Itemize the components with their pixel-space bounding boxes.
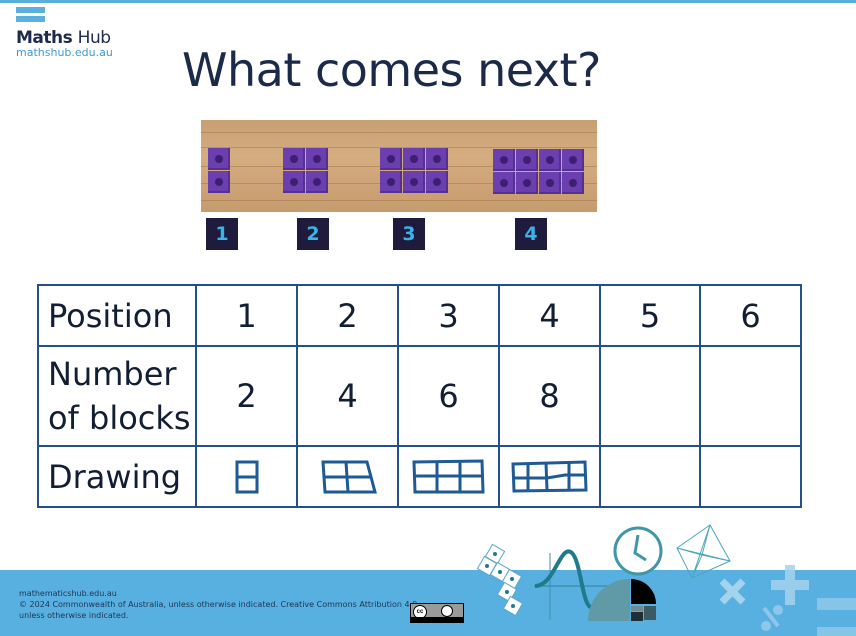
cube-group-4: [493, 149, 584, 194]
cube-block: [306, 171, 328, 193]
cube-group-3: [380, 148, 448, 193]
footer-url: mathematicshub.edu.au: [19, 589, 117, 598]
drawing-1x2-icon: [235, 460, 258, 493]
table-cell: 8: [498, 345, 601, 447]
table-row-drawing: Drawing: [37, 445, 802, 508]
cube-block: [539, 172, 561, 194]
logo-bar-icon: [16, 7, 45, 13]
table-cell: 3: [397, 284, 500, 347]
cube-block: [380, 148, 402, 170]
position-label-4: 4: [515, 218, 547, 250]
table-cell: 2: [195, 345, 298, 447]
cube-group-2: [283, 148, 328, 193]
row-header-line2: of blocks: [48, 399, 191, 437]
table-cell-empty[interactable]: [599, 445, 701, 508]
drawing-cell-4: [498, 445, 601, 508]
maths-hub-logo: Maths Hub mathshub.edu.au: [16, 7, 113, 59]
footer-text: mathematicshub.edu.au © 2024 Commonwealt…: [19, 588, 420, 621]
table-row-blocks: Number of blocks 2 4 6 8: [37, 345, 802, 447]
logo-name: Maths Hub: [16, 29, 113, 47]
table-cell: 5: [599, 284, 701, 347]
footer-copyright-cont: unless otherwise indicated.: [19, 611, 129, 620]
octahedron-icon: [676, 524, 731, 579]
logo-url: mathshub.edu.au: [16, 46, 113, 59]
cube-block: [516, 172, 538, 194]
table-cell-empty[interactable]: [699, 445, 802, 508]
cube-block: [493, 172, 515, 194]
clock-icon: [613, 526, 663, 576]
cube-block: [516, 149, 538, 171]
cube-block: [380, 171, 402, 193]
cube-block: [283, 171, 305, 193]
percent-icon: [761, 605, 783, 631]
top-accent-bar: [0, 0, 856, 3]
position-label-1: 1: [206, 218, 238, 250]
logo-name-bold: Maths: [16, 28, 73, 48]
table-cell: 6: [699, 284, 802, 347]
logo-bar-icon: [16, 16, 45, 22]
drawing-4x2-icon: [510, 459, 588, 493]
table-cell-empty[interactable]: [599, 345, 701, 447]
cube-block: [426, 148, 448, 170]
cube-block: [403, 171, 425, 193]
minus-icon: [817, 598, 856, 636]
table-cell: 6: [397, 345, 500, 447]
cube-block: [493, 149, 515, 171]
row-header-position: Position: [37, 284, 197, 347]
logo-name-light: Hub: [77, 28, 111, 48]
cube-block: [306, 148, 328, 170]
table-cell: 4: [296, 345, 399, 447]
plus-icon: [771, 565, 809, 605]
row-header-number-of-blocks: Number of blocks: [37, 345, 197, 447]
cube-block: [403, 148, 425, 170]
position-label-2: 2: [297, 218, 329, 250]
table-cell: 1: [195, 284, 298, 347]
drawing-cell-2: [296, 445, 399, 508]
position-label-3: 3: [393, 218, 425, 250]
table-cell-empty[interactable]: [699, 345, 802, 447]
cube-block: [426, 171, 448, 193]
cc-by-icon: cc: [410, 603, 464, 623]
cube-net-icon: [476, 543, 524, 617]
cube-block: [562, 149, 584, 171]
table-cell: 2: [296, 284, 399, 347]
table-cell: 4: [498, 284, 601, 347]
footer-decoration: [476, 524, 856, 636]
drawing-cell-3: [397, 445, 500, 508]
drawing-cell-1: [195, 445, 298, 508]
cube-group-1: [208, 148, 230, 193]
drawing-2x2-icon: [320, 460, 377, 493]
cube-block: [208, 148, 230, 170]
row-header-line1: Number: [48, 355, 177, 393]
slide-title: What comes next?: [182, 43, 601, 97]
cube-block: [283, 148, 305, 170]
table-row-position: Position 1 2 3 4 5 6: [37, 284, 802, 347]
pattern-table: Position 1 2 3 4 5 6 Number of blocks 2 4…: [37, 284, 802, 508]
row-header-drawing: Drawing: [37, 445, 197, 508]
cube-block: [539, 149, 561, 171]
drawing-3x2-icon: [411, 458, 485, 493]
multiply-icon: [719, 578, 746, 605]
cubes-photo: [201, 120, 597, 212]
footer-copyright: © 2024 Commonwealth of Australia, unless…: [19, 600, 420, 609]
cube-block: [562, 172, 584, 194]
cube-block: [208, 171, 230, 193]
